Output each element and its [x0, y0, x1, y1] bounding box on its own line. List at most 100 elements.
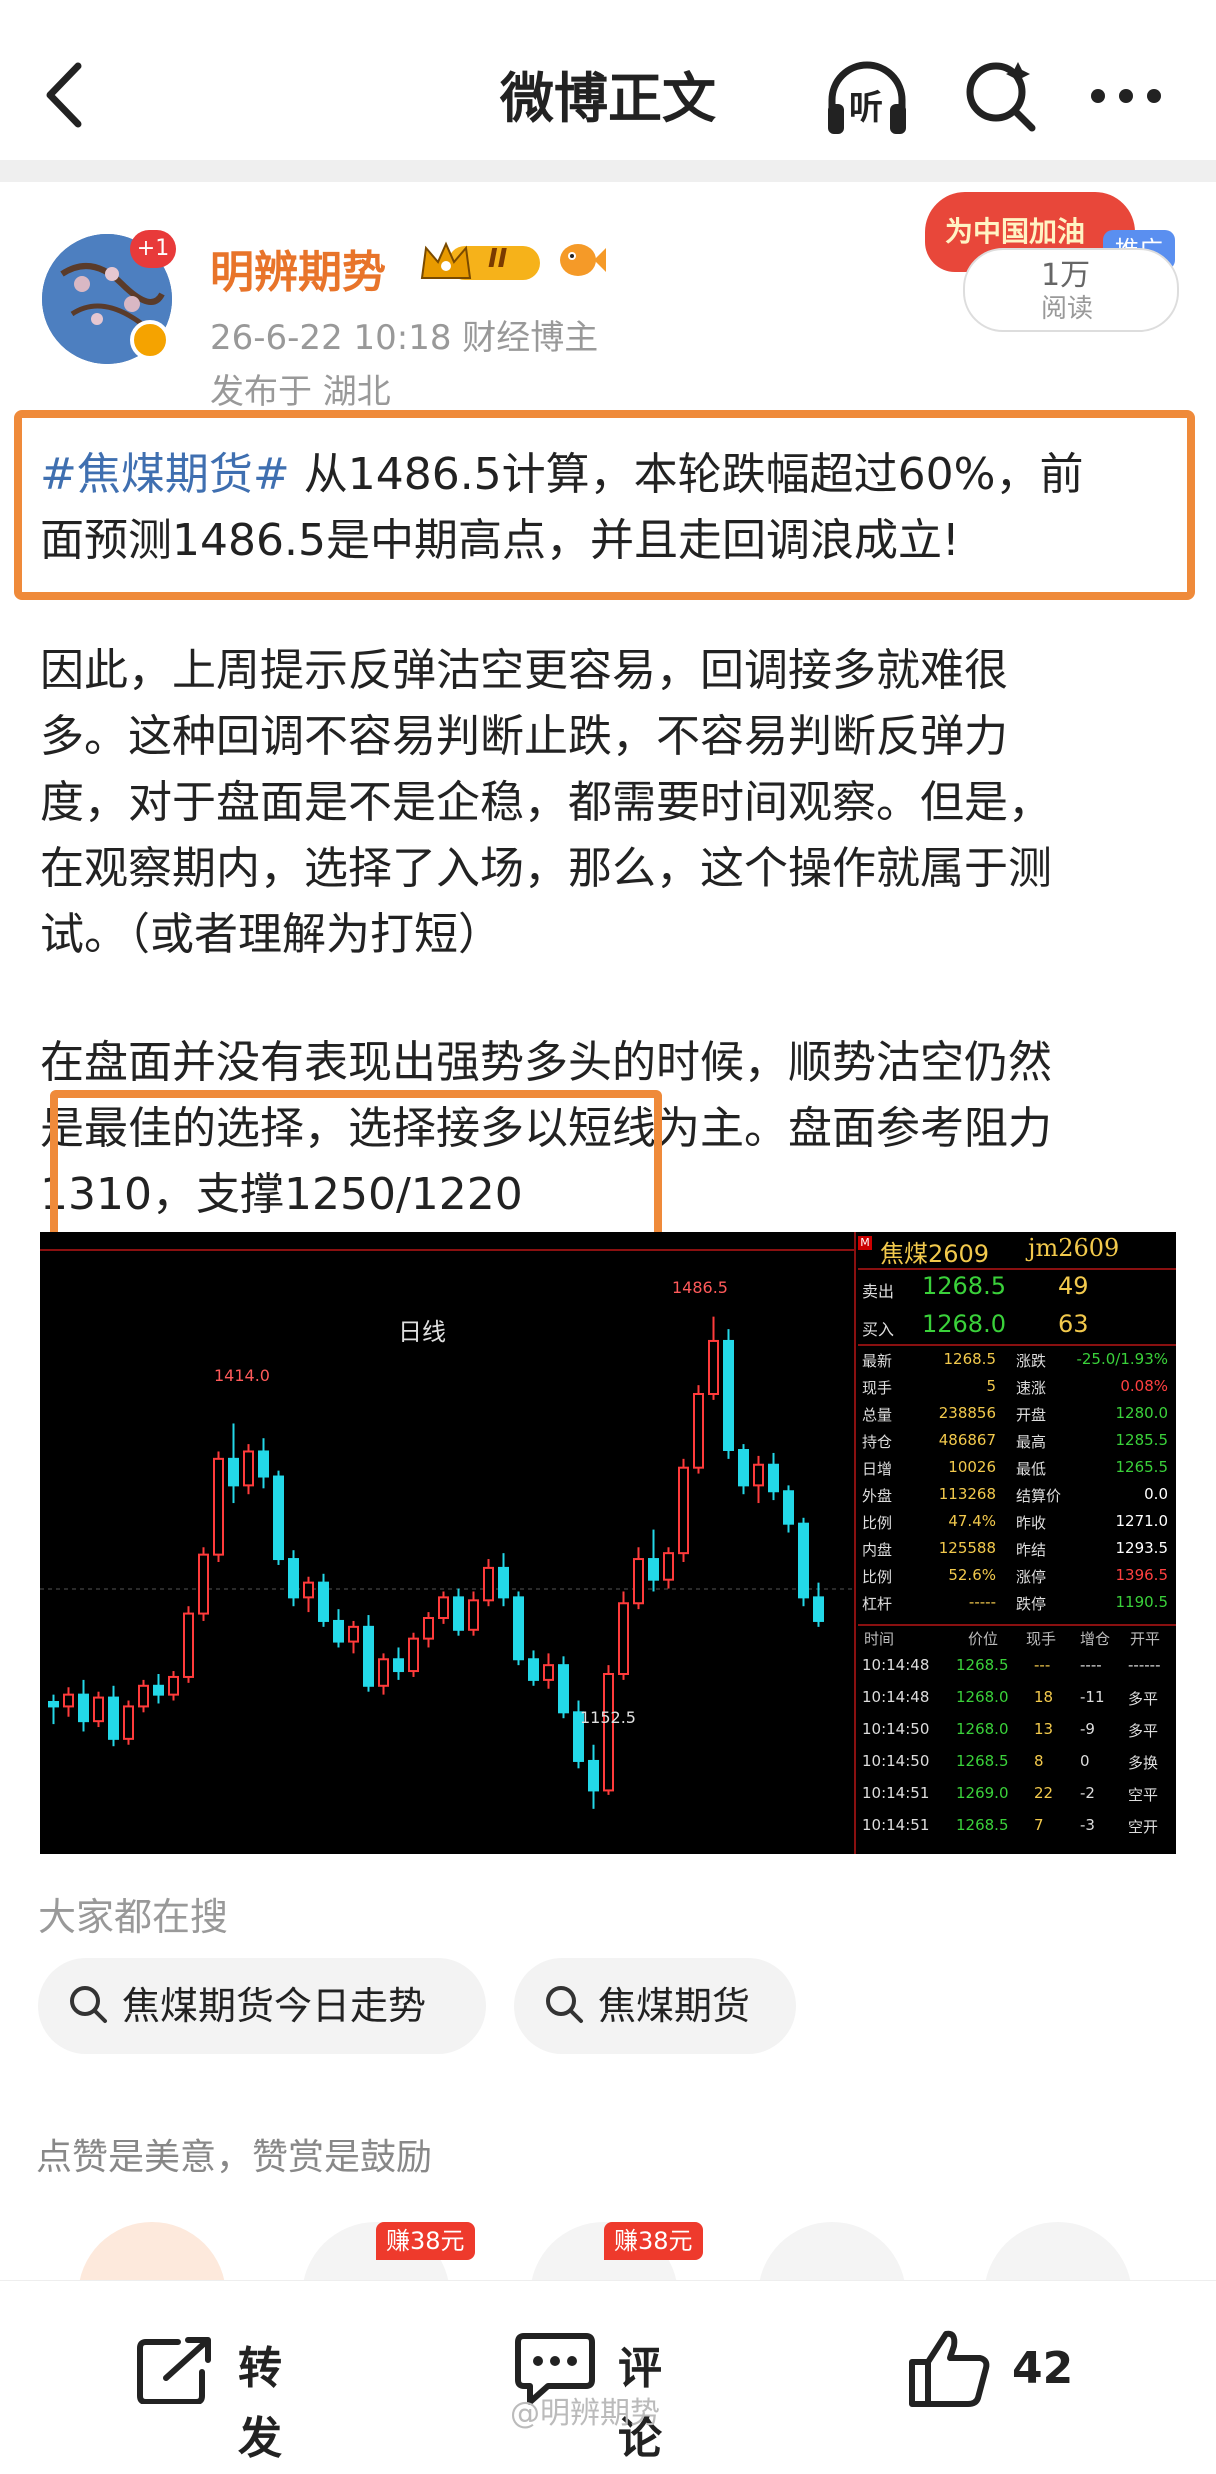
trade-cell: 10:14:48: [862, 1688, 930, 1706]
search-suggestion[interactable]: 焦煤期货今日走势: [38, 1958, 486, 2054]
stats-row: 总量 238856 开盘 1280.0: [858, 1404, 1176, 1431]
stat-label: 速涨: [1016, 1379, 1047, 1397]
more-icon[interactable]: [1090, 86, 1162, 106]
candle-body: [63, 1693, 74, 1708]
candle-body: [753, 1463, 764, 1487]
verified-icon: [130, 320, 170, 360]
stat-label: 外盘: [862, 1487, 893, 1505]
candle-body: [498, 1566, 509, 1599]
stat-label: 持仓: [862, 1433, 893, 1451]
candle-body: [678, 1466, 689, 1555]
p2-line: 在观察期内，选择了入场，那么，这个操作就属于测: [40, 843, 1052, 894]
stat-value: 52.6%: [948, 1566, 996, 1584]
topic-link[interactable]: #焦煤期货#: [40, 449, 290, 500]
trade-cell: ------: [1128, 1656, 1161, 1674]
trade-cell: ----: [1080, 1656, 1102, 1674]
stat-value: -25.0/1.93%: [1076, 1350, 1168, 1368]
author-name[interactable]: 明辨期势: [210, 236, 386, 300]
quote-m-icon: M: [858, 1236, 872, 1250]
stats-row: 比例 47.4% 昨收 1271.0: [858, 1512, 1176, 1539]
trade-cell: 1269.0: [956, 1784, 1009, 1802]
candle-body: [558, 1664, 569, 1714]
candle-body: [183, 1612, 194, 1678]
trade-cell: 1268.5: [956, 1752, 1009, 1770]
trade-cell: 1268.0: [956, 1688, 1009, 1706]
candle-body: [483, 1566, 494, 1602]
trade-cell: 10:14:50: [862, 1720, 930, 1738]
stat-value: 238856: [938, 1404, 996, 1422]
candle-body: [513, 1596, 524, 1661]
trade-cell: 7: [1034, 1816, 1044, 1834]
candle-body: [528, 1658, 539, 1681]
annotation-high-left: 1414.0: [214, 1366, 270, 1385]
candle-body: [378, 1658, 389, 1687]
listen-button[interactable]: 听: [822, 60, 912, 140]
candle-body: [213, 1457, 224, 1556]
stat-value: 0.08%: [1120, 1377, 1168, 1395]
p3-line: 在盘面并没有表现出强势多头的时候，顺势沽空仍然: [40, 1037, 1052, 1088]
stat-value: 113268: [938, 1485, 996, 1503]
post-headline: #焦煤期货# 从1486.5计算，本轮跌幅超过60%，前 面预测1486.5是中…: [40, 442, 1083, 574]
stat-label: 开盘: [1016, 1406, 1047, 1424]
headline-line-1: #焦煤期货# 从1486.5计算，本轮跌幅超过60%，前: [40, 442, 1083, 508]
candle-body: [333, 1619, 344, 1643]
ask-qty: 49: [1058, 1272, 1089, 1300]
chart-title: 日线: [398, 1318, 446, 1346]
candle-body: [303, 1581, 314, 1599]
stat-value: 10026: [948, 1458, 996, 1476]
stat-label: 杠杆: [862, 1595, 893, 1613]
candle-body: [138, 1684, 149, 1708]
candle-body: [798, 1522, 809, 1599]
stat-value: -----: [968, 1593, 996, 1611]
stat-value: 1268.5: [943, 1350, 997, 1368]
stats-row: 比例 52.6% 涨停 1396.5: [858, 1566, 1176, 1593]
thumbs-up-icon: [909, 2330, 990, 2407]
trade-cell: 1268.0: [956, 1720, 1009, 1738]
stat-value: 1265.5: [1115, 1458, 1169, 1476]
stats-row: 最新 1268.5 涨跌 -25.0/1.93%: [858, 1350, 1176, 1377]
trade-cell: 13: [1034, 1720, 1054, 1738]
candle-body: [438, 1596, 449, 1619]
trade-row: 10:14:51 1268.5 7 -3 空开: [858, 1816, 1176, 1848]
candle-body: [468, 1599, 479, 1631]
instrument-code: jm2609: [1028, 1234, 1120, 1262]
candle-body: [243, 1450, 254, 1487]
trade-cell: 多平: [1128, 1722, 1159, 1740]
panel-line: [858, 1344, 1176, 1346]
trade-row: 10:14:51 1269.0 22 -2 空平: [858, 1784, 1176, 1816]
p2-line: 度，对于盘面是不是企稳，都需要时间观察。但是，: [40, 777, 1052, 828]
candle-body: [738, 1449, 749, 1487]
stat-value: 1396.5: [1115, 1566, 1169, 1584]
stat-value: 1190.5: [1115, 1593, 1169, 1611]
search-suggestion[interactable]: 焦煤期货: [514, 1958, 796, 2054]
trade-row: 10:14:48 1268.5 --- ---- ------: [858, 1656, 1176, 1688]
stats-row: 内盘 125588 昨结 1293.5: [858, 1539, 1176, 1566]
candle-body: [348, 1625, 359, 1643]
stat-label: 比例: [862, 1514, 893, 1532]
trades-header-cell: 时间: [864, 1630, 895, 1648]
stats-row: 杠杆 ----- 跌停 1190.5: [858, 1593, 1176, 1620]
stat-value: 486867: [938, 1431, 996, 1449]
stat-label: 跌停: [1016, 1595, 1047, 1613]
candle-body: [693, 1393, 704, 1469]
trade-cell: 18: [1034, 1688, 1054, 1706]
trade-row: 10:14:48 1268.0 18 -11 多平: [858, 1688, 1176, 1720]
stat-label: 最高: [1016, 1433, 1047, 1451]
stats-row: 持仓 486867 最高 1285.5: [858, 1431, 1176, 1458]
candle-body: [108, 1696, 119, 1740]
candle-body: [168, 1675, 179, 1696]
candle-body: [543, 1664, 554, 1681]
candle-body: [663, 1552, 674, 1581]
bid-price: 1268.0: [922, 1310, 1006, 1338]
futures-chart-image[interactable]: 日线 1414.0 1486.5 1152.5 M 焦煤2609 jm2609 …: [40, 1232, 1176, 1854]
trade-cell: 10:14:51: [862, 1784, 930, 1802]
candle-body: [453, 1596, 464, 1631]
trade-row: 10:14:50 1268.5 8 0 多换: [858, 1752, 1176, 1784]
follower-badge: +1: [130, 230, 176, 268]
promo-banner[interactable]: 为中国加油 推广 1万 阅读: [925, 192, 1179, 332]
highlight-box-levels: [50, 1090, 662, 1242]
candle-body: [123, 1705, 134, 1740]
search-icon[interactable]: [962, 56, 1042, 136]
candle-body: [78, 1693, 89, 1723]
trade-cell: 10:14:50: [862, 1752, 930, 1770]
